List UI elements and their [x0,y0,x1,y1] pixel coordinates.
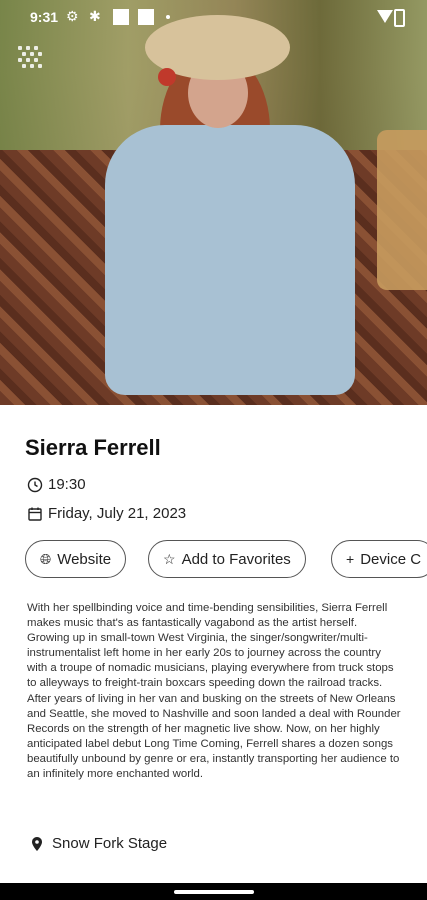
status-bar: 9:31 ⚙ ✱ [0,0,427,34]
app-logo-icon [18,46,44,72]
home-gesture-handle[interactable] [174,890,254,894]
clock-icon [27,477,43,492]
wifi-icon [377,10,393,23]
stage-row: Snow Fork Stage [30,835,167,852]
square-icon [138,9,154,25]
website-label: Website [57,550,112,568]
event-date: Friday, July 21, 2023 [48,505,187,522]
calendar-icon [28,507,42,521]
add-to-device-calendar-button[interactable]: + Device C [331,540,427,578]
settings-alt-icon: ✱ [89,8,101,24]
star-icon: ☆ [163,550,176,567]
artist-description: With her spellbinding voice and time-ben… [27,602,401,781]
favorites-label: Add to Favorites [181,550,291,568]
artist-photo [0,0,427,405]
event-time-row: 19:30 [27,476,86,493]
navigation-bar [0,883,427,900]
event-date-row: Friday, July 21, 2023 [27,505,186,522]
calendar-label: Device C [360,550,422,568]
globe-icon: 🌐︎ [40,550,52,567]
add-to-favorites-button[interactable]: ☆ Add to Favorites [148,540,306,578]
status-time: 9:31 [30,9,59,25]
artist-name: Sierra Ferrell [25,435,161,460]
action-buttons-row: 🌐︎ Website ☆ Add to Favorites + Device C [25,540,427,578]
event-time: 19:30 [48,476,86,493]
square-icon [113,9,129,25]
website-button[interactable]: 🌐︎ Website [25,540,127,578]
plus-icon: + [346,551,355,567]
battery-icon [394,9,405,27]
location-pin-icon [32,836,42,851]
dot-icon [166,15,170,19]
stage-name: Snow Fork Stage [52,835,168,852]
gear-icon: ⚙ [66,8,79,24]
